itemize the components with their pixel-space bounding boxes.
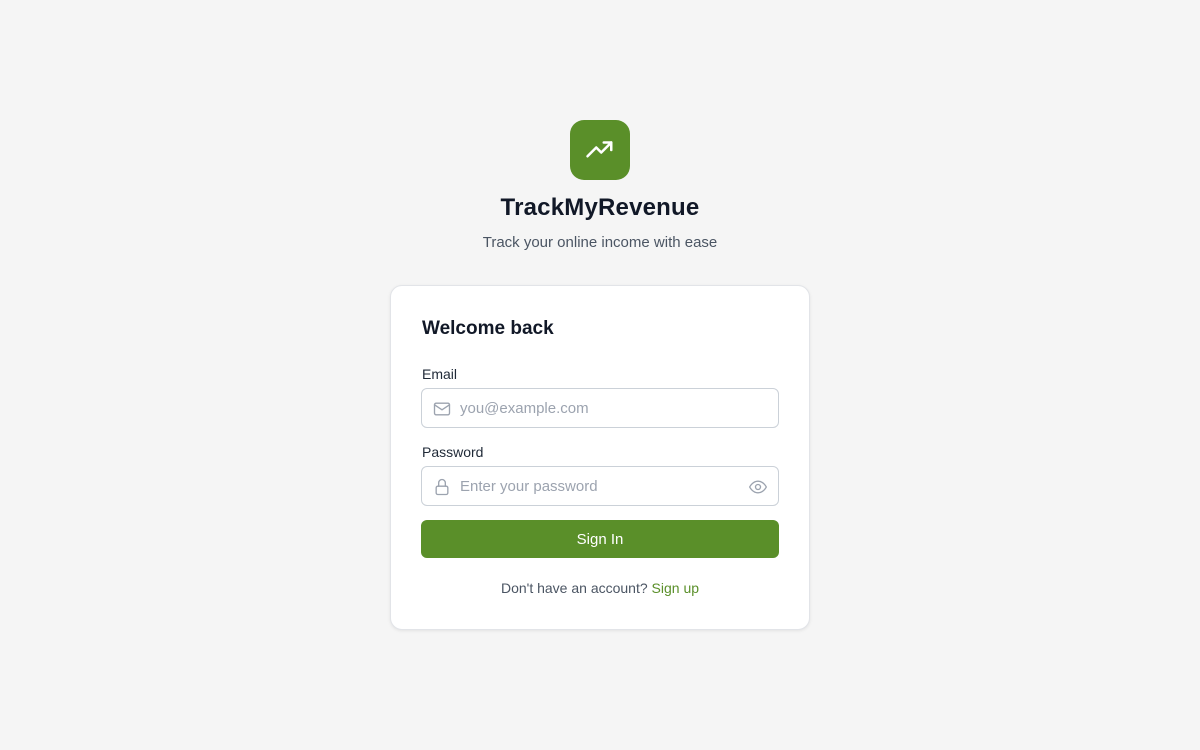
lock-icon	[435, 478, 449, 496]
login-page: TrackMyRevenue Track your online income …	[0, 0, 1200, 750]
sign-in-button[interactable]: Sign In	[421, 520, 779, 558]
email-field-wrapper	[421, 388, 779, 428]
login-card: Welcome back Email Password Sign In Don'…	[390, 285, 810, 630]
app-tagline: Track your online income with ease	[482, 234, 718, 251]
signup-prompt: Don't have an account?	[500, 580, 648, 596]
app-title: TrackMyRevenue	[500, 194, 700, 221]
app-logo	[570, 120, 630, 180]
mail-icon	[433, 402, 451, 416]
card-title: Welcome back	[422, 318, 554, 339]
trending-up-icon	[586, 141, 613, 158]
email-input[interactable]	[460, 389, 740, 427]
sign-up-link[interactable]: Sign up	[652, 580, 699, 596]
eye-icon[interactable]	[748, 477, 768, 497]
password-input[interactable]	[460, 467, 740, 505]
email-label: Email	[422, 366, 458, 382]
password-label: Password	[422, 444, 484, 460]
signup-row: Don't have an account? Sign up	[391, 580, 809, 596]
password-field-wrapper	[421, 466, 779, 506]
